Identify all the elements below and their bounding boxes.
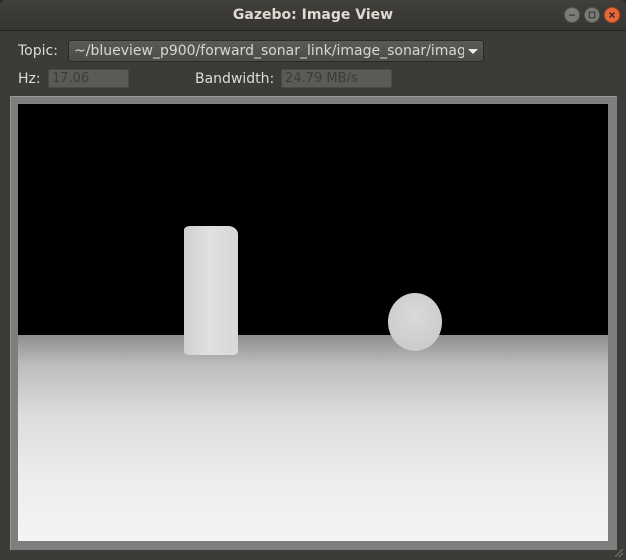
close-icon (608, 11, 616, 19)
topic-label: Topic: (18, 43, 58, 59)
window-title: Gazebo: Image View (232, 7, 394, 23)
maximize-button[interactable] (584, 7, 600, 23)
bandwidth-label: Bandwidth: (195, 71, 275, 87)
sonar-image (18, 104, 608, 541)
chevron-down-icon (468, 49, 478, 54)
image-view-window: Gazebo: Image View Topic: ~/blueview_p90… (0, 0, 626, 560)
title-bar[interactable]: Gazebo: Image View (0, 0, 626, 31)
hz-label: Hz: (18, 71, 41, 87)
hz-value: 17.06 (48, 69, 129, 88)
resize-grip-icon[interactable] (612, 546, 624, 558)
topic-dropdown[interactable]: ~/blueview_p900/forward_sonar_link/image… (68, 40, 484, 62)
topic-value: ~/blueview_p900/forward_sonar_link/image… (74, 43, 464, 59)
minimize-icon (569, 14, 575, 16)
close-button[interactable] (604, 7, 620, 23)
bandwidth-value: 24.79 MB/s (281, 69, 392, 88)
minimize-button[interactable] (564, 7, 580, 23)
sphere-object (388, 293, 442, 351)
sonar-floor (18, 335, 608, 541)
maximize-icon (588, 11, 596, 19)
cylinder-object (184, 226, 238, 355)
